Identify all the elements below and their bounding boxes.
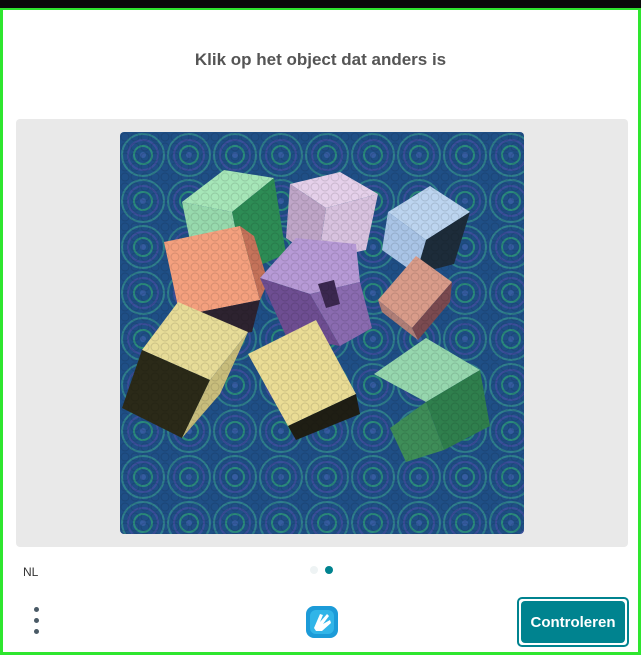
check-button-label: Controleren (521, 601, 625, 643)
challenge-area (16, 119, 628, 547)
hcaptcha-hand-logo-icon[interactable] (302, 602, 342, 642)
check-button[interactable]: Controleren (517, 597, 629, 647)
page-dot-1 (310, 566, 318, 574)
vertical-ellipsis-icon[interactable] (28, 605, 46, 637)
language-selector[interactable]: NL (23, 565, 38, 579)
page-dot-2-current (325, 566, 333, 574)
window-top-bar (0, 0, 641, 10)
challenge-prompt: Klik op het object dat anders is (194, 50, 447, 69)
challenge-image[interactable] (120, 132, 524, 534)
